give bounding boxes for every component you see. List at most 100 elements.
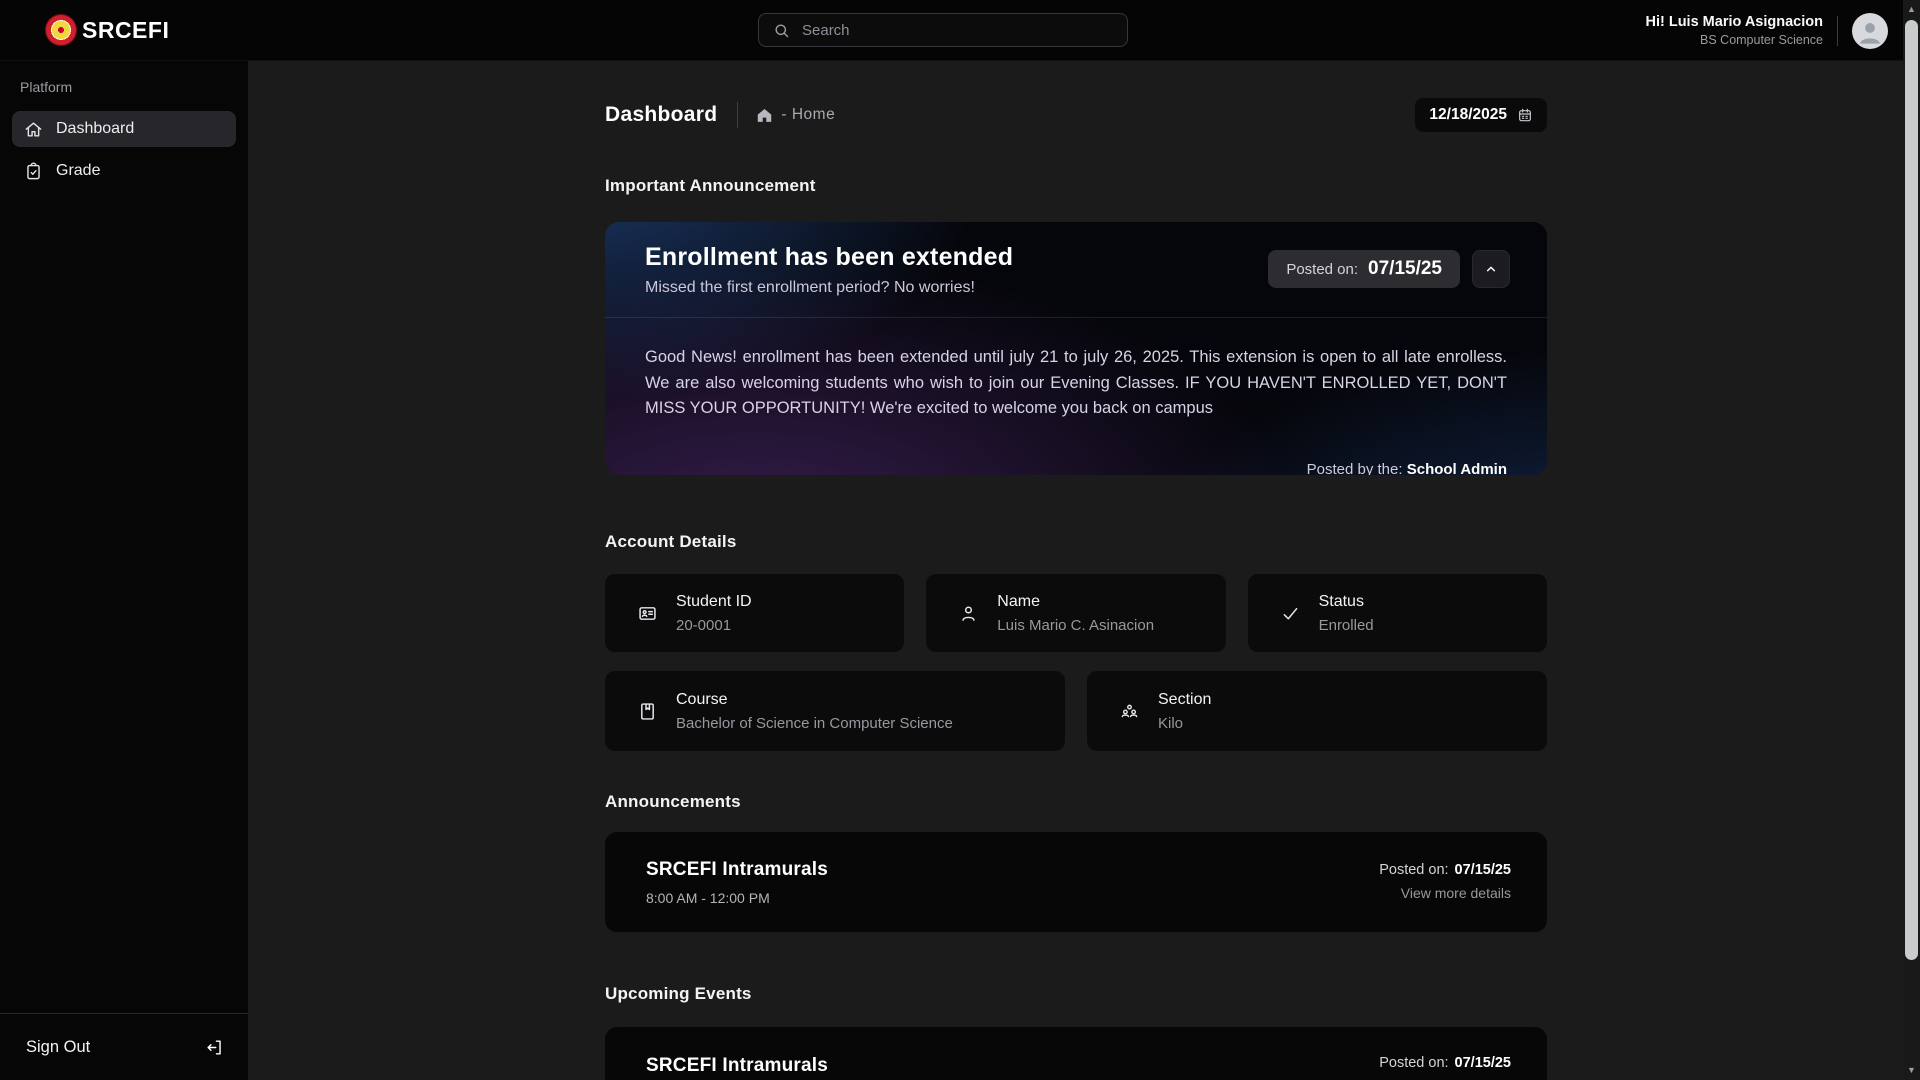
- collapse-button[interactable]: [1472, 250, 1510, 288]
- calendar-icon: [1517, 107, 1533, 123]
- brand[interactable]: SRCEFI: [0, 15, 169, 45]
- posted-by: Posted by the: School Admin: [645, 461, 1507, 475]
- student-id-card: Student ID 20-0001: [605, 574, 904, 652]
- card-value: Kilo: [1158, 715, 1211, 732]
- announcement-subtitle: Missed the first enrollment period? No w…: [645, 279, 1013, 297]
- account-cards-row-1: Student ID 20-0001 Name Luis Mario C. As…: [605, 574, 1547, 652]
- brand-name: SRCEFI: [82, 17, 169, 44]
- account-cards-row-2: Course Bachelor of Science in Computer S…: [605, 671, 1547, 751]
- posted-on-label: Posted on:: [1379, 1055, 1448, 1071]
- user-separator: [1837, 16, 1838, 46]
- item-posted: Posted on: 07/15/25: [1379, 1055, 1511, 1071]
- user-icon: [958, 603, 979, 624]
- scroll-up-arrow[interactable]: ▲: [1903, 1, 1920, 17]
- section-title-announcements: Announcements: [605, 792, 1547, 812]
- section-title-account-details: Account Details: [605, 532, 1547, 552]
- item-time: 8:00 AM - 12:00 PM: [646, 890, 828, 906]
- book-icon: [637, 701, 658, 722]
- check-icon: [1280, 603, 1301, 624]
- announcement-heading-block: Enrollment has been extended Missed the …: [645, 243, 1013, 297]
- upcoming-event-item: SRCEFI Intramurals Posted on:07/15/25 Vi…: [605, 1027, 1547, 1080]
- chevron-up-icon: [1483, 261, 1499, 277]
- announcement-controls: Posted on: 07/15/25: [1268, 250, 1510, 288]
- top-bar: SRCEFI Search Hi! Luis Mario Asignacion …: [0, 0, 1920, 61]
- card-label: Status: [1319, 593, 1374, 611]
- item-posted: Posted on: 07/15/25: [1379, 862, 1511, 878]
- section-title-upcoming-events: Upcoming Events: [605, 984, 1547, 1004]
- screen: SRCEFI Search Hi! Luis Mario Asignacion …: [0, 0, 1920, 1080]
- home-icon: [24, 120, 43, 139]
- item-left: SRCEFI Intramurals: [646, 1055, 828, 1077]
- search-input[interactable]: Search: [758, 13, 1128, 47]
- sign-out-button[interactable]: Sign Out: [0, 1013, 248, 1080]
- user-subtitle: BS Computer Science: [1645, 33, 1823, 47]
- sidebar-item-label: Dashboard: [56, 120, 134, 138]
- card-label: Name: [997, 593, 1154, 611]
- section-card: Section Kilo: [1087, 671, 1547, 751]
- sidebar-item-label: Grade: [56, 162, 100, 180]
- card-text: Name Luis Mario C. Asinacion: [997, 593, 1154, 634]
- sidebar-section-label: Platform: [0, 61, 248, 95]
- posted-on-pill: Posted on: 07/15/25: [1268, 250, 1460, 288]
- posted-on-label: Posted on:: [1286, 261, 1358, 278]
- card-label: Student ID: [676, 593, 752, 611]
- breadcrumb[interactable]: - Home: [781, 106, 835, 124]
- card-label: Section: [1158, 691, 1211, 709]
- announcement-text: Good News! enrollment has been extended …: [645, 345, 1507, 422]
- important-announcement-card: Enrollment has been extended Missed the …: [605, 222, 1547, 475]
- posted-on-date: 07/15/25: [1455, 862, 1511, 878]
- date-value: 12/18/2025: [1429, 106, 1507, 124]
- posted-on-date: 07/15/25: [1368, 258, 1442, 280]
- card-text: Course Bachelor of Science in Computer S…: [676, 691, 953, 732]
- announcement-item: SRCEFI Intramurals 8:00 AM - 12:00 PM Po…: [605, 832, 1547, 932]
- users-icon: [1119, 701, 1140, 722]
- sidebar: Platform Dashboard Grade Sign Out: [0, 61, 249, 1080]
- posted-on-date: 07/15/25: [1455, 1055, 1511, 1071]
- posted-by-name: School Admin: [1407, 461, 1507, 475]
- card-value: Luis Mario C. Asinacion: [997, 617, 1154, 634]
- id-card-icon: [637, 603, 658, 624]
- main-content: Dashboard - Home 12/18/2025 Important An…: [249, 61, 1903, 1080]
- name-card: Name Luis Mario C. Asinacion: [926, 574, 1225, 652]
- sidebar-item-grade[interactable]: Grade: [12, 153, 236, 189]
- sidebar-item-dashboard[interactable]: Dashboard: [12, 111, 236, 147]
- view-more-details-link[interactable]: View more details: [1401, 885, 1511, 901]
- item-title: SRCEFI Intramurals: [646, 1055, 828, 1077]
- status-card: Status Enrolled: [1248, 574, 1547, 652]
- scrollbar[interactable]: ▲ ▼: [1903, 0, 1920, 1080]
- announcement-header: Enrollment has been extended Missed the …: [605, 222, 1547, 318]
- page-title: Dashboard: [605, 103, 717, 127]
- logout-icon: [205, 1038, 224, 1057]
- card-value: Enrolled: [1319, 617, 1374, 634]
- date-button[interactable]: 12/18/2025: [1415, 98, 1547, 132]
- clipboard-icon: [24, 162, 43, 181]
- announcement-body: Good News! enrollment has been extended …: [605, 318, 1547, 475]
- card-text: Section Kilo: [1158, 691, 1211, 732]
- user-greeting: Hi! Luis Mario Asignacion: [1645, 14, 1823, 30]
- avatar[interactable]: [1852, 13, 1888, 49]
- search-placeholder: Search: [802, 22, 850, 39]
- user-box: Hi! Luis Mario Asignacion BS Computer Sc…: [1645, 0, 1888, 61]
- announcement-title: Enrollment has been extended: [645, 243, 1013, 272]
- item-right: Posted on:07/15/25 View more details: [1379, 1055, 1511, 1080]
- school-logo-icon: [46, 15, 76, 45]
- course-card: Course Bachelor of Science in Computer S…: [605, 671, 1065, 751]
- sign-out-label: Sign Out: [26, 1038, 90, 1057]
- item-right: Posted on: 07/15/25 View more details: [1379, 862, 1511, 903]
- sidebar-items: Dashboard Grade: [0, 95, 248, 189]
- card-label: Course: [676, 691, 953, 709]
- card-text: Status Enrolled: [1319, 593, 1374, 634]
- item-title: SRCEFI Intramurals: [646, 859, 828, 881]
- posted-on-label: Posted on:: [1379, 862, 1448, 878]
- scrollbar-thumb[interactable]: [1905, 20, 1918, 960]
- user-info: Hi! Luis Mario Asignacion BS Computer Sc…: [1645, 14, 1823, 47]
- search-icon: [773, 22, 790, 39]
- card-value: 20-0001: [676, 617, 752, 634]
- posted-by-label: Posted by the:: [1307, 461, 1403, 475]
- scroll-down-arrow[interactable]: ▼: [1903, 1062, 1920, 1078]
- card-text: Student ID 20-0001: [676, 593, 752, 634]
- page-header: Dashboard - Home 12/18/2025: [605, 98, 1547, 132]
- header-separator: [737, 102, 738, 128]
- item-left: SRCEFI Intramurals 8:00 AM - 12:00 PM: [646, 859, 828, 906]
- card-value: Bachelor of Science in Computer Science: [676, 715, 953, 732]
